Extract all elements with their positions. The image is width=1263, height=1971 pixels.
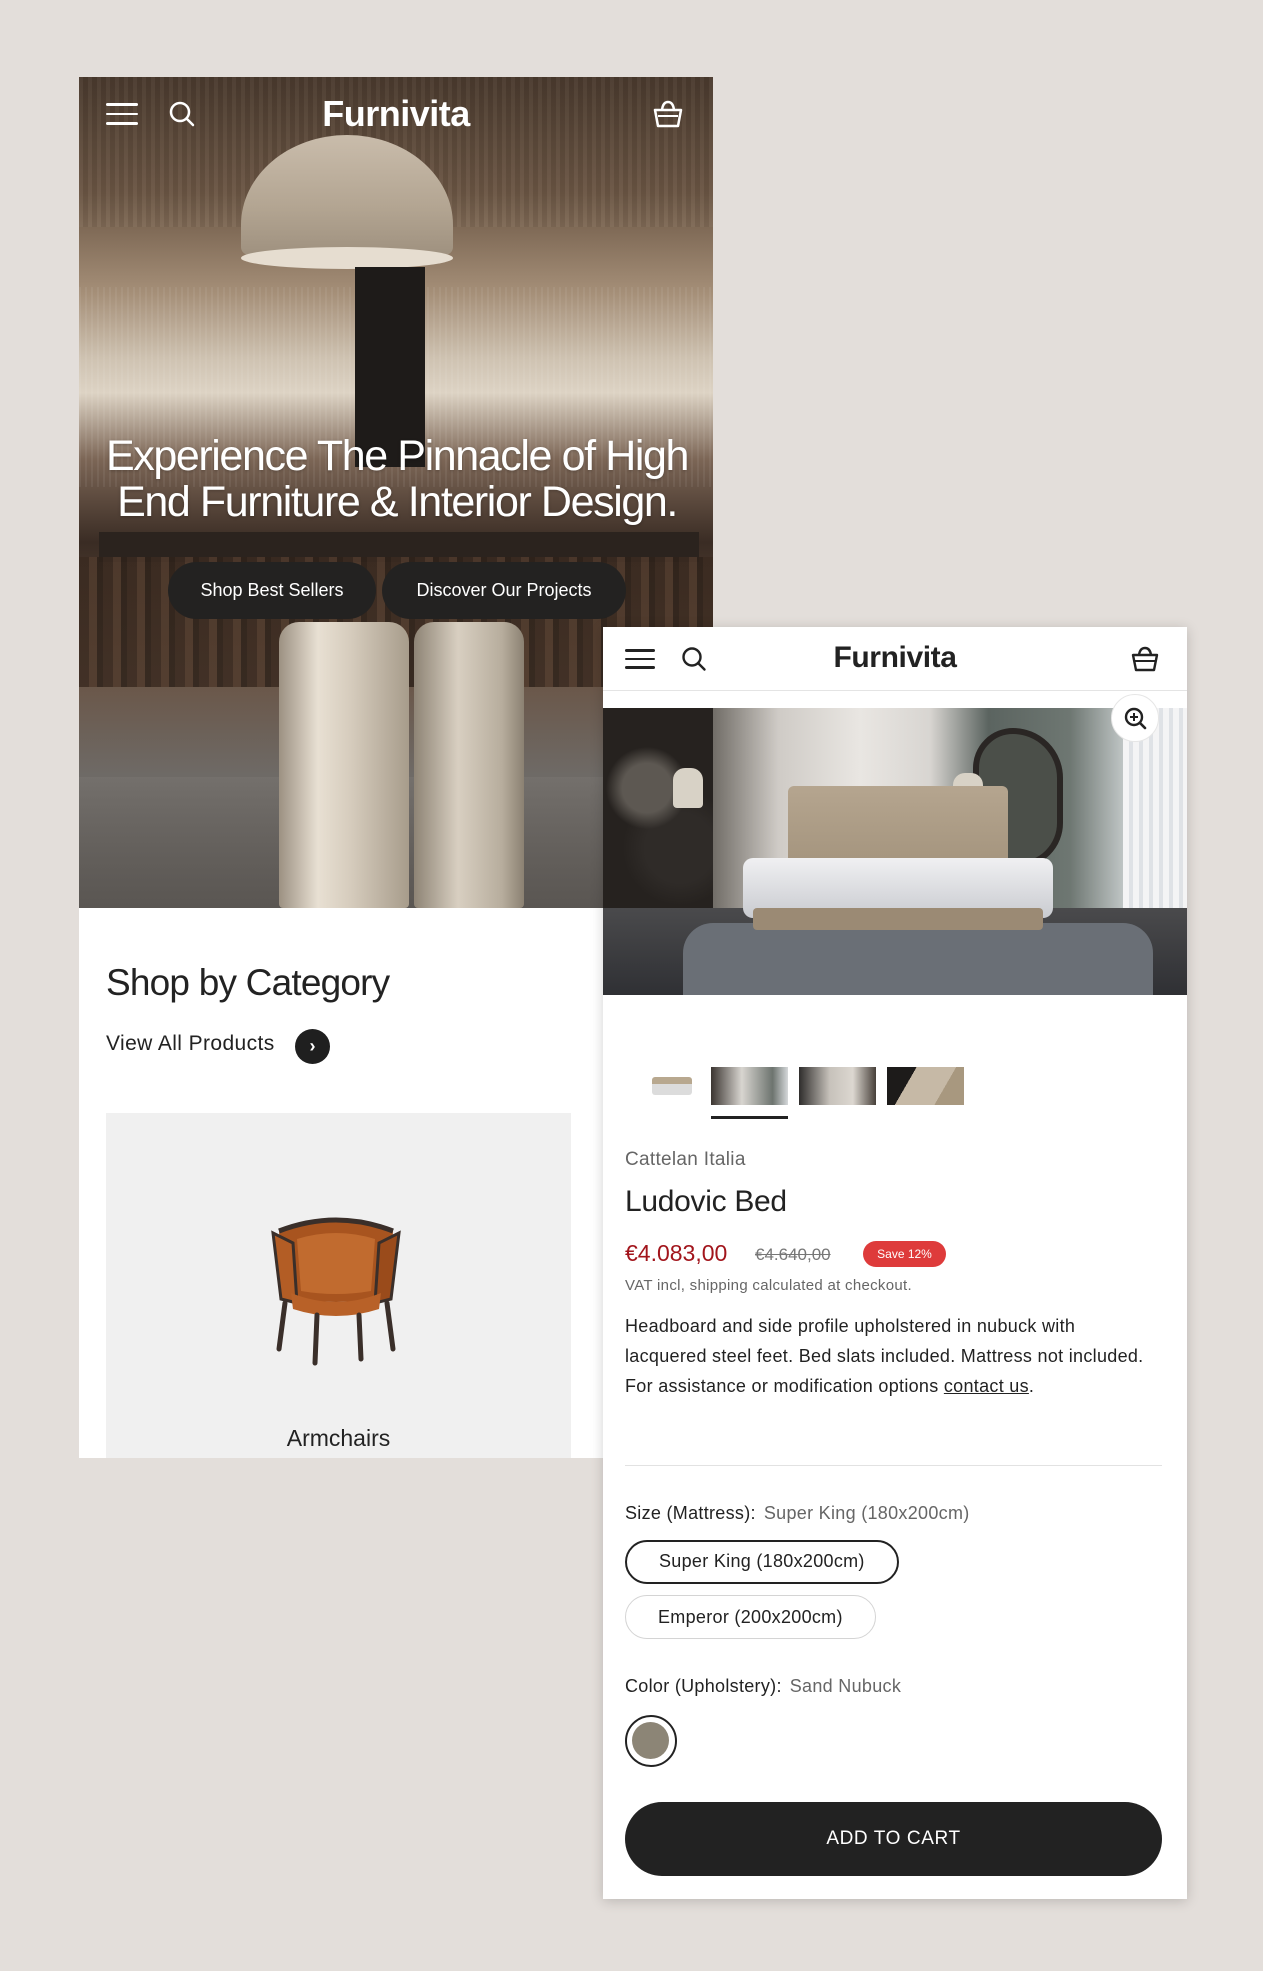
category-card-armchairs[interactable]: Armchairs xyxy=(106,1113,571,1458)
armchair-image xyxy=(271,1217,401,1366)
shop-best-sellers-button[interactable]: Shop Best Sellers xyxy=(168,562,376,619)
contact-us-link[interactable]: contact us xyxy=(944,1376,1029,1396)
basket-icon[interactable] xyxy=(1129,643,1161,675)
basket-icon[interactable] xyxy=(651,97,685,131)
product-thumbnail-selected[interactable] xyxy=(711,1067,788,1105)
product-brand[interactable]: Cattelan Italia xyxy=(625,1149,746,1171)
sale-price: €4.083,00 xyxy=(625,1240,728,1266)
product-thumbnail[interactable] xyxy=(799,1067,876,1105)
product-title: Ludovic Bed xyxy=(625,1185,787,1218)
color-label-text: Color (Upholstery): xyxy=(625,1676,782,1696)
save-badge: Save 12% xyxy=(863,1241,946,1267)
color-swatch-sand-nubuck[interactable] xyxy=(625,1715,677,1767)
category-section-title: Shop by Category xyxy=(106,962,390,1003)
vat-note: VAT incl, shipping calculated at checkou… xyxy=(625,1277,912,1294)
top-navigation: Furnivita xyxy=(603,627,1187,691)
hero-image-table-pedestal xyxy=(279,622,409,908)
chevron-right-icon[interactable]: › xyxy=(295,1029,330,1064)
product-thumbnail[interactable] xyxy=(887,1067,964,1105)
top-navigation: Furnivita xyxy=(79,77,713,153)
hero-image-lamp-rim xyxy=(241,247,453,269)
description-end: . xyxy=(1028,1376,1035,1396)
product-main-image[interactable] xyxy=(603,708,1187,995)
product-image-floral-wall xyxy=(603,708,713,908)
hero-headline: Experience The Pinnacle of High End Furn… xyxy=(105,432,689,526)
site-logo[interactable]: Furnivita xyxy=(603,641,1187,675)
site-logo[interactable]: Furnivita xyxy=(79,93,713,135)
color-selected-value: Sand Nubuck xyxy=(789,1676,902,1696)
product-image-bed-frame xyxy=(753,908,1043,930)
view-all-products-link[interactable]: View All Products xyxy=(106,1032,275,1056)
size-option-super-king[interactable]: Super King (180x200cm) xyxy=(625,1540,899,1584)
category-card-label: Armchairs xyxy=(286,1425,391,1451)
size-label-text: Size (Mattress): xyxy=(625,1503,756,1523)
discover-projects-button[interactable]: Discover Our Projects xyxy=(382,562,626,619)
product-thumbnail[interactable] xyxy=(640,1067,702,1105)
color-option-label: Color (Upholstery): Sand Nubuck xyxy=(625,1676,901,1697)
size-selected-value: Super King (180x200cm) xyxy=(763,1503,970,1523)
size-option-emperor[interactable]: Emperor (200x200cm) xyxy=(625,1595,876,1639)
color-swatch-fill xyxy=(632,1722,669,1759)
product-thumbnails xyxy=(640,1067,1040,1127)
product-image-rug xyxy=(683,923,1153,995)
add-to-cart-button[interactable]: ADD TO CART xyxy=(625,1802,1162,1876)
hero-image-table-pedestal xyxy=(414,622,524,908)
thumbnail-selection-indicator xyxy=(711,1116,788,1119)
product-description: Headboard and side profile upholstered i… xyxy=(625,1311,1155,1401)
zoom-in-icon[interactable] xyxy=(1111,694,1159,742)
description-text: Headboard and side profile upholstered i… xyxy=(625,1316,1144,1396)
divider xyxy=(625,1465,1162,1466)
product-image-lamp xyxy=(673,768,703,808)
product-screen: Furnivita Cattelan Italia Ludovic Bed €4… xyxy=(603,627,1187,1899)
compare-at-price: €4.640,00 xyxy=(755,1245,831,1264)
size-option-label: Size (Mattress): Super King (180x200cm) xyxy=(625,1503,970,1524)
